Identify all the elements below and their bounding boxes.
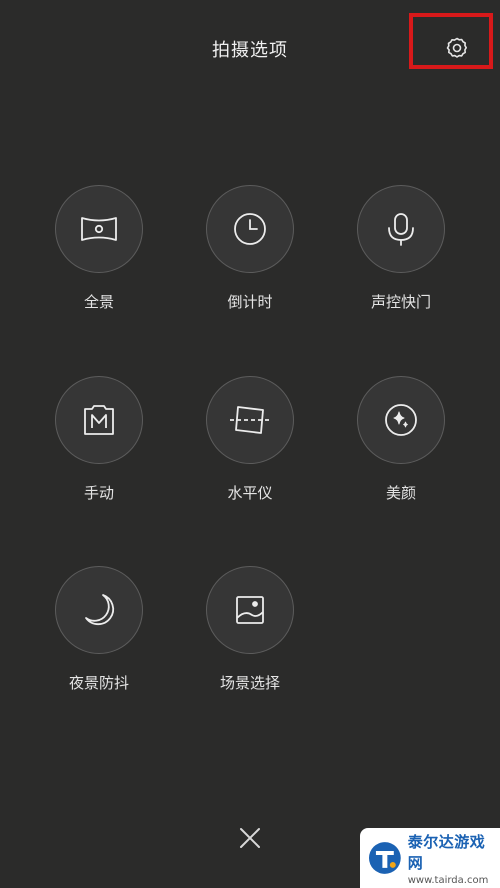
- close-icon: [240, 828, 260, 848]
- gear-icon: [446, 37, 467, 58]
- option-label: 全景: [83, 293, 114, 311]
- voice-shutter-button[interactable]: [357, 185, 445, 273]
- panorama-icon: [81, 217, 117, 241]
- clock-icon: [234, 213, 266, 245]
- option-label: 美颜: [385, 484, 416, 502]
- beauty-button[interactable]: [357, 376, 445, 464]
- panorama-button[interactable]: [55, 185, 143, 273]
- option-label: 手动: [83, 484, 114, 502]
- option-panorama[interactable]: 全景: [29, 185, 169, 312]
- option-beauty[interactable]: 美颜: [331, 376, 471, 503]
- option-label: 水平仪: [227, 484, 273, 502]
- close-button[interactable]: [232, 820, 268, 856]
- option-timer[interactable]: 倒计时: [180, 185, 320, 312]
- scene-select-button[interactable]: [206, 566, 294, 654]
- watermark-url: www.tairda.com: [407, 874, 489, 886]
- option-label: 倒计时: [227, 293, 273, 311]
- option-label: 场景选择: [219, 674, 280, 692]
- site-watermark: 泰尔达游戏网 www.tairda.com: [360, 828, 500, 888]
- level-icon: [230, 406, 270, 434]
- night-stabilization-button[interactable]: [55, 566, 143, 654]
- watermark-logo-icon: [368, 842, 401, 874]
- option-night-stabilization[interactable]: 夜景防抖: [29, 566, 169, 693]
- sparkle-icon: [385, 404, 417, 436]
- manual-m-icon: [84, 405, 114, 435]
- moon-icon: [85, 594, 115, 626]
- watermark-title: 泰尔达游戏网: [407, 832, 486, 872]
- option-level[interactable]: 水平仪: [180, 376, 320, 503]
- option-manual[interactable]: 手动: [29, 376, 169, 503]
- option-label: 声控快门: [370, 293, 431, 311]
- microphone-icon: [388, 213, 414, 246]
- manual-button[interactable]: [55, 376, 143, 464]
- option-voice-shutter[interactable]: 声控快门: [331, 185, 471, 312]
- scene-image-icon: [236, 596, 264, 624]
- page-title: 拍摄选项: [212, 40, 288, 61]
- level-button[interactable]: [206, 376, 294, 464]
- timer-button[interactable]: [206, 185, 294, 273]
- settings-button[interactable]: [439, 30, 475, 66]
- option-scene-select[interactable]: 场景选择: [180, 566, 320, 693]
- option-label: 夜景防抖: [68, 674, 129, 692]
